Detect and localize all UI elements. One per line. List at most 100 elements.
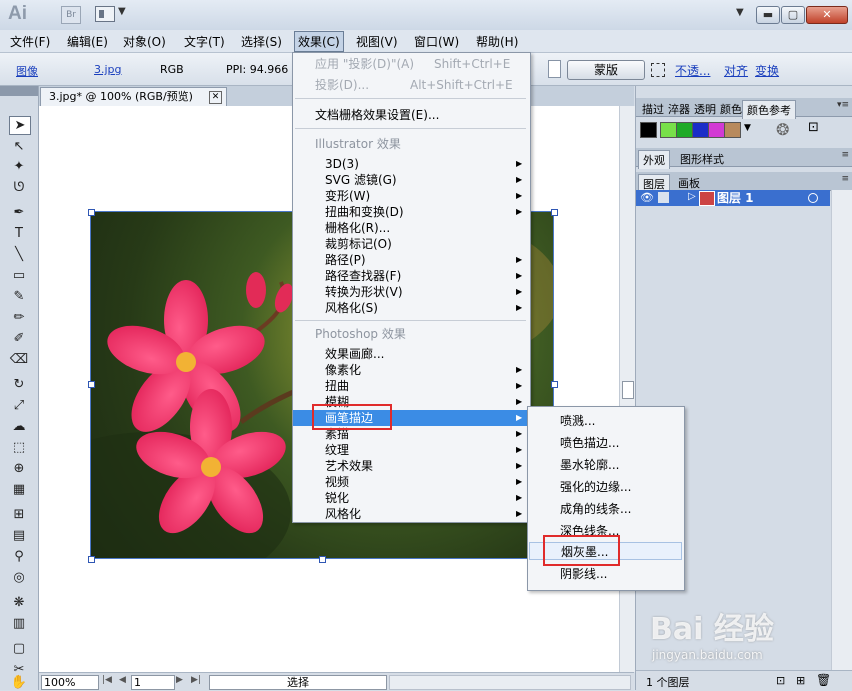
swatch[interactable] [708,122,725,138]
menu-item-artistic[interactable]: 艺术效果 ▶ [293,458,530,474]
minimize-button[interactable]: ▬ [756,6,780,24]
swatch[interactable] [676,122,693,138]
swatch[interactable] [660,122,677,138]
tools-panel-header[interactable] [0,86,38,96]
last-page-icon[interactable]: ▶| [191,675,201,685]
panel-menu-icon[interactable]: ≡ [841,174,849,184]
object-type-label[interactable]: 图像 [16,63,38,79]
submenu-item-crosshatch[interactable]: 阴影线... [528,565,684,583]
horizontal-scrollbar[interactable] [389,675,631,690]
align-link[interactable]: 对齐 [724,62,748,79]
menu-item-warp[interactable]: 变形(W) ▶ [293,188,530,204]
opacity-link[interactable]: 不透... [675,62,710,79]
selection-handle[interactable] [88,556,95,563]
lasso-tool-icon[interactable]: ᘎ [9,179,29,196]
rectangle-tool-icon[interactable]: ▭ [9,267,29,284]
eyedropper-tool-icon[interactable]: ⚲ [9,548,29,565]
menu-item-video[interactable]: 视频 ▶ [293,474,530,490]
line-tool-icon[interactable]: ╲ [9,246,29,263]
prev-page-icon[interactable]: ◀ [119,675,126,685]
pen-tool-icon[interactable]: ✒ [9,204,29,221]
menu-item-distort[interactable]: 扭曲 ▶ [293,378,530,394]
color-wheel-icon[interactable]: ❂ [776,120,789,139]
new-layer-icon[interactable]: ⊡ [776,674,785,687]
document-tab[interactable]: 3.jpg* @ 100% (RGB/预览) ✕ [40,87,227,106]
selection-handle[interactable] [88,381,95,388]
transform-link[interactable]: 变换 [755,62,779,79]
menu-select[interactable]: 选择(S) [241,33,282,50]
menu-item-crop-marks[interactable]: 裁剪标记(O) [293,236,530,252]
submenu-item-spatter[interactable]: 喷溅... [528,412,684,430]
menu-item-rasterize[interactable]: 栅格化(R)... [293,220,530,236]
free-transform-tool-icon[interactable]: ⬚ [9,439,29,456]
tab-graphic-styles[interactable]: 图形样式 [676,150,728,168]
menu-type[interactable]: 文字(T) [184,33,225,50]
blend-tool-icon[interactable]: ◎ [9,569,29,586]
first-page-icon[interactable]: |◀ [102,675,112,685]
panel-menu-icon[interactable]: ▾≡ [837,100,849,110]
scale-tool-icon[interactable]: ⤢ [9,397,29,414]
zoom-select[interactable]: 100% [41,675,99,690]
gradient-tool-icon[interactable]: ▤ [9,527,29,544]
submenu-item-sprayed-strokes[interactable]: 喷色描边... [528,434,684,452]
menu-edit[interactable]: 编辑(E) [67,33,108,50]
rotate-tool-icon[interactable]: ↻ [9,376,29,393]
embed-select[interactable] [548,60,561,78]
expand-triangle-icon[interactable]: ▷ [688,191,696,202]
submenu-item-accented-edges[interactable]: 强化的边缘... [528,478,684,496]
mesh-tool-icon[interactable]: ⊞ [9,506,29,523]
menu-item-pathfinder[interactable]: 路径查找器(F) ▶ [293,268,530,284]
menu-item-stylize-ps[interactable]: 风格化 ▶ [293,506,530,522]
menu-view[interactable]: 视图(V) [356,33,398,50]
menu-item-raster-settings[interactable]: 文档栅格效果设置(E)... [293,107,530,123]
base-color-swatch[interactable] [640,122,657,138]
menu-item-3d[interactable]: 3D(3) ▶ [293,156,530,172]
linked-filename[interactable]: 3.jpg [94,63,122,76]
swatch[interactable] [724,122,741,138]
menu-item-texture[interactable]: 纹理 ▶ [293,442,530,458]
layer-name[interactable]: 图层 1 [717,190,754,206]
swatch[interactable] [692,122,709,138]
status-mode[interactable]: 选择 [209,675,387,690]
next-page-icon[interactable]: ▶ [176,675,183,685]
magic-wand-tool-icon[interactable]: ✦ [9,158,29,175]
hand-tool-icon[interactable]: ✋ [9,676,29,689]
page-select[interactable]: 1 [131,675,175,690]
close-icon[interactable]: ✕ [209,91,222,104]
layer-row[interactable]: 👁 ▷ 图层 1 [636,190,830,206]
save-colors-icon[interactable]: ⊡ [808,120,819,135]
menu-item-stylize-ai[interactable]: 风格化(S) ▶ [293,300,530,316]
menu-file[interactable]: 文件(F) [10,33,50,50]
symbol-sprayer-tool-icon[interactable]: ❋ [9,594,29,611]
maximize-button[interactable]: ▢ [781,6,805,24]
shape-builder-tool-icon[interactable]: ⊕ [9,460,29,477]
perspective-grid-tool-icon[interactable]: ▦ [9,481,29,498]
selection-handle[interactable] [319,556,326,563]
chevron-down-icon[interactable]: ▼ [744,123,751,133]
selection-tool-icon[interactable]: ➤ [9,116,31,135]
menu-help[interactable]: 帮助(H) [476,33,518,50]
column-graph-tool-icon[interactable]: ▥ [9,615,29,632]
new-sublayer-icon[interactable]: ⊞ [796,674,805,687]
arrange-documents-icon[interactable] [95,6,115,22]
menu-item-effect-gallery[interactable]: 效果画廊... [293,346,530,362]
selection-handle[interactable] [551,381,558,388]
warp-tool-icon[interactable]: ☁ [9,418,29,435]
menu-item-path[interactable]: 路径(P) ▶ [293,252,530,268]
workspace-chevron-icon[interactable]: ▼ [736,7,744,18]
transform-grid-icon[interactable] [651,63,665,77]
trash-icon[interactable]: 🗑 [816,673,831,687]
close-button[interactable]: ✕ [806,6,848,24]
panel-menu-icon[interactable]: ≡ [841,150,849,160]
blob-brush-tool-icon[interactable]: ✐ [9,330,29,347]
selection-handle[interactable] [551,209,558,216]
pencil-tool-icon[interactable]: ✏ [9,309,29,326]
direct-selection-tool-icon[interactable]: ↖ [9,138,29,155]
target-icon[interactable] [808,193,818,203]
artboard-tool-icon[interactable]: ▢ [9,640,29,657]
menu-item-sharpen[interactable]: 锐化 ▶ [293,490,530,506]
menu-item-pixelate[interactable]: 像素化 ▶ [293,362,530,378]
bridge-button[interactable]: Br [61,6,81,24]
menu-effect[interactable]: 效果(C) [294,31,344,52]
mask-button[interactable]: 蒙版 [567,60,645,80]
